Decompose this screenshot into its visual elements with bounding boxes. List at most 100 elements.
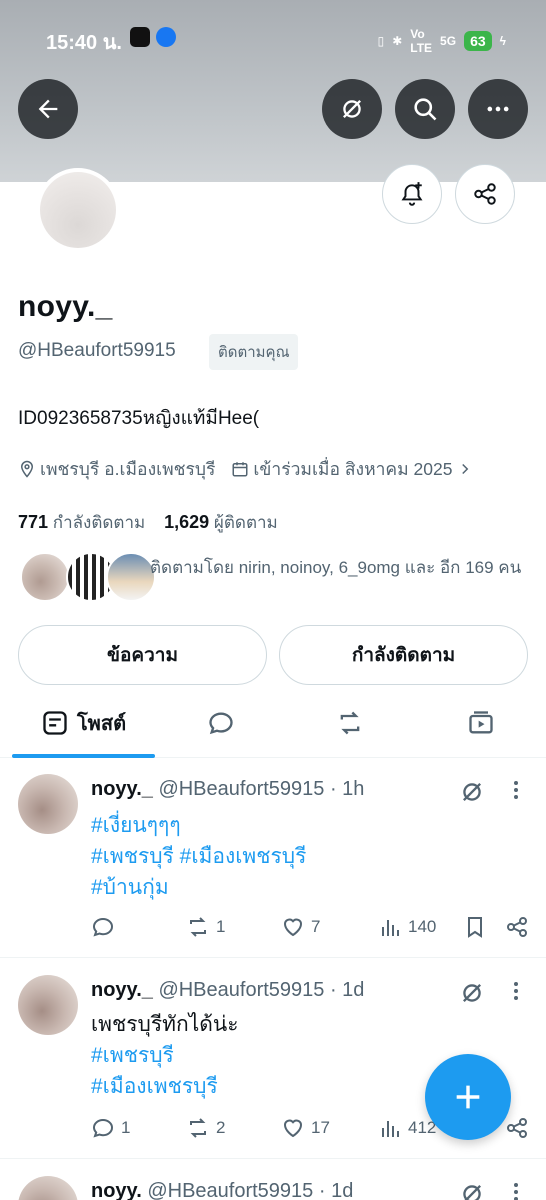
post-author-name[interactable]: noyy._ xyxy=(91,778,153,800)
profile-name: noyy._ xyxy=(18,290,113,323)
search-button[interactable] xyxy=(395,79,455,139)
messenger-icon xyxy=(156,27,176,47)
post-card[interactable]: noyy. @HBeaufort59915 · 1d xyxy=(0,1160,546,1200)
like-button[interactable]: 17 xyxy=(281,1116,330,1140)
views-button[interactable]: 412 xyxy=(378,1116,436,1140)
profile-header-banner: 15:40 น. ▯ ✱ Vo LTE 5G 63 ϟ xyxy=(0,0,546,182)
post-avatar[interactable] xyxy=(18,774,78,834)
repost-icon xyxy=(190,1118,206,1138)
post-header: noyy._ @HBeaufort59915 · 1h xyxy=(91,778,364,801)
back-button[interactable] xyxy=(18,79,78,139)
post-hashtag[interactable]: #บ้านกุ่ม xyxy=(91,872,169,903)
tab-reposts[interactable] xyxy=(315,690,385,756)
profile-location: เพชรบุรี อ.เมืองเพชรบุรี xyxy=(40,459,216,479)
location-icon xyxy=(20,460,34,478)
repost-button[interactable]: 1 xyxy=(186,915,225,939)
profile-avatar[interactable] xyxy=(36,168,120,252)
share-button[interactable] xyxy=(505,915,535,939)
post-hashtag[interactable]: #เพชรบุรี #เมืองเพชรบุรี xyxy=(91,841,306,872)
followed-by-section[interactable]: ติดตามโดย nirin, noinoy, 6_9omg และ อีก … xyxy=(20,552,530,604)
chevron-right-icon[interactable] xyxy=(456,460,474,478)
tab-media[interactable] xyxy=(446,690,516,756)
followers-link[interactable]: 1,629 ผู้ติดตาม xyxy=(164,512,278,532)
profile-bio: ID0923658735หญิงแท้มีHee( xyxy=(18,408,260,429)
following-link[interactable]: 771 กำลังติดตาม xyxy=(18,512,146,532)
tab-replies[interactable] xyxy=(186,690,256,756)
views-icon xyxy=(382,1121,399,1137)
tiktok-icon xyxy=(130,27,150,47)
reply-icon xyxy=(92,917,114,937)
view-count: 140 xyxy=(408,917,437,936)
grok-button[interactable] xyxy=(322,79,382,139)
grok-icon xyxy=(343,100,361,118)
more-options-button[interactable] xyxy=(468,79,528,139)
message-button[interactable]: ข้อความ xyxy=(18,625,267,685)
status-indicators: ▯ ✱ Vo LTE 5G 63 ϟ xyxy=(378,27,506,55)
post-handle-time: @HBeaufort59915 · 1d xyxy=(147,1180,354,1200)
post-author-name[interactable]: noyy. xyxy=(91,1180,142,1200)
more-vertical-icon[interactable] xyxy=(506,778,526,802)
charging-icon: ϟ xyxy=(499,34,506,48)
signal-icon: 5G xyxy=(440,34,457,48)
profile-handle: @HBeaufort59915 xyxy=(18,340,176,361)
search-icon xyxy=(414,98,437,121)
vibrate-icon: ▯ xyxy=(377,34,385,48)
plus-icon xyxy=(456,1085,480,1109)
repost-icon xyxy=(340,711,360,735)
post-hashtag[interactable]: #เพชรบุรี xyxy=(91,1040,174,1071)
post-actions: 1 7 140 xyxy=(91,915,531,945)
post-text: เพชรบุรีทักได้น่ะ xyxy=(91,1013,239,1036)
volte-icon: Vo LTE xyxy=(410,27,433,55)
profile-tabs: โพสต์ xyxy=(0,690,546,758)
follow-counts: 771 กำลังติดตาม 1,629 ผู้ติดตาม xyxy=(18,509,278,536)
repost-icon xyxy=(190,917,206,937)
reply-button[interactable]: 1 xyxy=(91,1116,130,1140)
compose-post-button[interactable] xyxy=(425,1054,511,1140)
share-button[interactable] xyxy=(505,1116,535,1140)
more-horizontal-icon xyxy=(487,106,509,112)
post-card[interactable]: noyy._ @HBeaufort59915 · 1h #เงี่ยนๆๆๆ #… xyxy=(0,758,546,958)
post-header: noyy. @HBeaufort59915 · 1d xyxy=(91,1180,353,1200)
repost-count: 2 xyxy=(216,1118,226,1137)
bell-plus-icon xyxy=(401,182,423,206)
post-avatar[interactable] xyxy=(18,1176,78,1200)
reply-icon xyxy=(92,1118,114,1138)
like-button[interactable]: 7 xyxy=(281,915,320,939)
reply-button[interactable] xyxy=(91,915,121,939)
post-header: noyy._ @HBeaufort59915 · 1d xyxy=(91,979,364,1002)
share-profile-button[interactable] xyxy=(455,164,515,224)
heart-icon xyxy=(283,1119,303,1138)
tab-posts[interactable]: โพสต์ xyxy=(12,690,155,756)
share-icon xyxy=(474,183,496,205)
post-hashtag[interactable]: #เมืองเพชรบุรี xyxy=(91,1071,218,1102)
reply-icon xyxy=(209,712,233,735)
battery-indicator: 63 xyxy=(464,31,492,51)
more-vertical-icon[interactable] xyxy=(506,979,526,1003)
post-hashtag[interactable]: #เงี่ยนๆๆๆ xyxy=(91,810,181,841)
post-handle-time: @HBeaufort59915 · 1h xyxy=(158,778,365,800)
notifications-button[interactable] xyxy=(382,164,442,224)
following-count: 771 xyxy=(18,512,49,532)
repost-button[interactable]: 2 xyxy=(186,1116,225,1140)
posts-icon xyxy=(43,711,67,735)
share-icon xyxy=(507,917,527,937)
grok-icon[interactable] xyxy=(458,979,486,1007)
bookmark-button[interactable] xyxy=(463,915,493,939)
post-avatar[interactable] xyxy=(18,975,78,1035)
follower-avatar xyxy=(106,552,156,602)
share-icon xyxy=(507,1118,527,1138)
post-author-name[interactable]: noyy._ xyxy=(91,979,153,1001)
bookmark-icon xyxy=(468,917,482,938)
video-icon xyxy=(469,711,493,734)
views-button[interactable]: 140 xyxy=(378,915,436,939)
followed-by-text: ติดตามโดย nirin, noinoy, 6_9omg และ อีก … xyxy=(150,558,522,577)
following-label: กำลังติดตาม xyxy=(52,513,146,532)
followers-count: 1,629 xyxy=(164,512,210,532)
grok-icon[interactable] xyxy=(458,1180,486,1200)
following-button[interactable]: กำลังติดตาม xyxy=(279,625,528,685)
reply-count: 1 xyxy=(121,1118,131,1137)
repost-count: 1 xyxy=(216,917,226,936)
more-vertical-icon[interactable] xyxy=(506,1180,526,1200)
follows-you-badge: ติดตามคุณ xyxy=(209,334,299,370)
grok-icon[interactable] xyxy=(458,778,486,806)
